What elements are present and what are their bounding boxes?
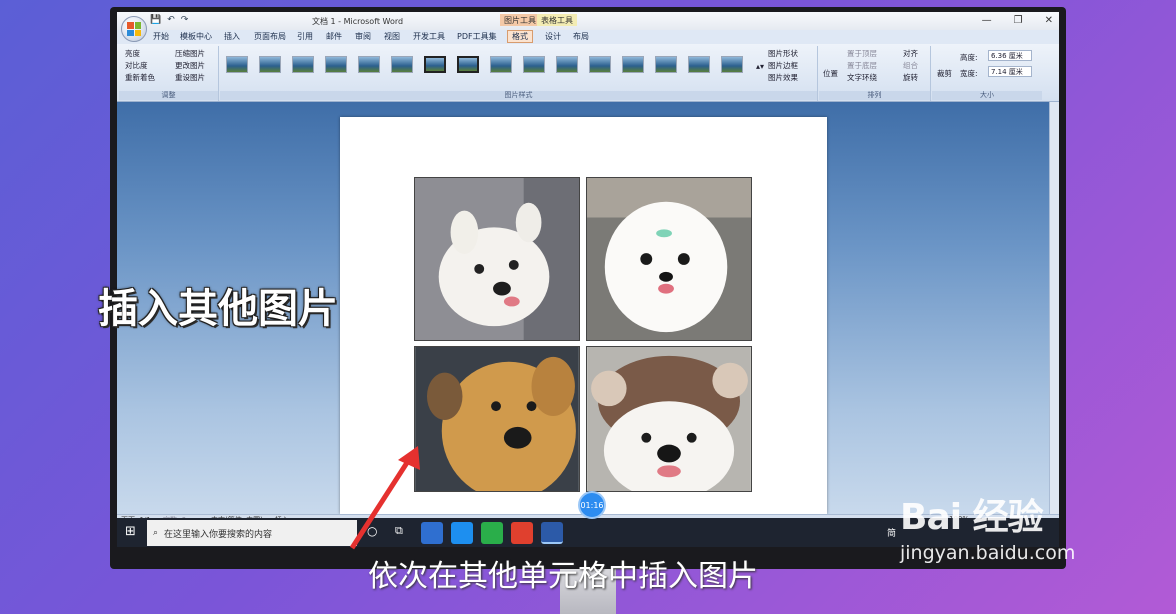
- width-input[interactable]: 7.14 厘米: [988, 66, 1032, 77]
- gallery-scroll-icon[interactable]: ▴▾: [756, 62, 764, 71]
- recolor-button[interactable]: 重新着色: [125, 72, 155, 83]
- align-button[interactable]: 对齐: [903, 48, 918, 59]
- picture-style-thumb[interactable]: [589, 56, 611, 73]
- width-label: 宽度:: [960, 69, 978, 78]
- taskbar-wechat-icon[interactable]: [481, 522, 503, 544]
- picture-style-thumb[interactable]: [622, 56, 644, 73]
- change-picture-button[interactable]: 更改图片: [175, 60, 205, 71]
- taskbar-word-icon[interactable]: [541, 522, 563, 544]
- tab-template-center[interactable]: 模板中心: [180, 31, 212, 42]
- rotate-button[interactable]: 旋转: [903, 72, 918, 83]
- dog-photo-1[interactable]: [415, 178, 579, 340]
- title-bar: 💾 ↶ ↷ 文档 1 - Microsoft Word 图片工具 表格工具 — …: [117, 12, 1059, 30]
- dog-photo-3[interactable]: [415, 347, 579, 491]
- picture-shape-button[interactable]: 图片形状: [768, 48, 798, 59]
- taskbar-browser-icon[interactable]: [451, 522, 473, 544]
- contrast-button[interactable]: 对比度: [125, 60, 148, 71]
- brightness-button[interactable]: 亮度: [125, 48, 140, 59]
- baidu-jingyan-watermark: Bai 经验 jingyan.baidu.com: [900, 488, 1075, 564]
- close-button[interactable]: ✕: [1045, 15, 1053, 26]
- picture-style-thumb[interactable]: [688, 56, 710, 73]
- picture-style-thumb[interactable]: [325, 56, 347, 73]
- caption-subtitle: 依次在其他单元格中插入图片: [368, 559, 758, 594]
- picture-border-button[interactable]: 图片边框: [768, 60, 798, 71]
- tab-pdf-tools[interactable]: PDF工具集: [457, 31, 497, 42]
- picture-style-thumb[interactable]: [391, 56, 413, 73]
- text-wrapping-button[interactable]: 文字环绕: [847, 72, 877, 83]
- maximize-button[interactable]: ❐: [1014, 15, 1023, 26]
- tab-format[interactable]: 格式: [507, 30, 533, 43]
- ribbon: 亮度 对比度 重新着色 压缩图片 更改图片 重设图片 调整 ▴▾ 图片形状 图片…: [117, 44, 1059, 102]
- ribbon-tabs: 开始 模板中心 插入 页面布局 引用 邮件 审阅 视图 开发工具 PDF工具集 …: [117, 30, 1059, 44]
- compress-pictures-button[interactable]: 压缩图片: [175, 48, 205, 59]
- position-button[interactable]: 位置: [823, 68, 838, 79]
- tab-view[interactable]: 视图: [384, 31, 400, 42]
- windows-start-icon[interactable]: ⊞: [125, 524, 136, 539]
- caption-insert-other-pictures: 插入其他图片: [98, 286, 338, 332]
- group-picture-styles: ▴▾ 图片形状 图片边框 图片效果 图片样式: [220, 46, 818, 101]
- picture-style-thumb[interactable]: [457, 56, 479, 73]
- picture-style-thumb[interactable]: [226, 56, 248, 73]
- reset-picture-button[interactable]: 重设图片: [175, 72, 205, 83]
- vertical-scrollbar[interactable]: [1049, 102, 1059, 514]
- table-cell-4[interactable]: [586, 346, 752, 492]
- search-icon: ⌕: [153, 528, 159, 538]
- picture-style-thumb[interactable]: [721, 56, 743, 73]
- picture-style-thumb[interactable]: [424, 56, 446, 73]
- tab-layout[interactable]: 布局: [573, 31, 589, 42]
- tab-developer[interactable]: 开发工具: [413, 31, 445, 42]
- video-timer-badge: 01:16: [578, 491, 606, 519]
- minimize-button[interactable]: —: [982, 15, 992, 26]
- office-logo-icon: [127, 22, 141, 36]
- context-tab-picture-tools: 图片工具: [500, 14, 540, 26]
- group-size: 裁剪 高度: 6.36 厘米 宽度: 7.14 厘米 大小: [932, 46, 1042, 101]
- taskbar-wps-icon[interactable]: [511, 522, 533, 544]
- height-label: 高度:: [960, 53, 978, 62]
- group-adjust-label: 调整: [119, 91, 218, 100]
- save-icon[interactable]: 💾: [150, 15, 161, 25]
- group-arrange: 位置 置于顶层 置于底层 文字环绕 对齐 组合 旋转 排列: [819, 46, 931, 101]
- watermark-url: jingyan.baidu.com: [900, 542, 1076, 564]
- tab-design[interactable]: 设计: [545, 31, 561, 42]
- picture-style-thumb[interactable]: [490, 56, 512, 73]
- picture-style-thumb[interactable]: [292, 56, 314, 73]
- picture-effects-button[interactable]: 图片效果: [768, 72, 798, 83]
- redo-icon[interactable]: ↷: [181, 15, 189, 25]
- send-to-back-button[interactable]: 置于底层: [847, 60, 877, 71]
- picture-style-thumb[interactable]: [556, 56, 578, 73]
- group-adjust: 亮度 对比度 重新着色 压缩图片 更改图片 重设图片 调整: [119, 46, 219, 101]
- tray-ime-label[interactable]: 简: [887, 526, 896, 539]
- tab-references[interactable]: 引用: [297, 31, 313, 42]
- watermark-logo: Bai 经验: [900, 497, 1044, 538]
- group-arrange-label: 排列: [819, 91, 930, 100]
- undo-icon[interactable]: ↶: [167, 15, 175, 25]
- quick-access-toolbar: 💾 ↶ ↷: [150, 15, 188, 25]
- picture-style-thumb[interactable]: [358, 56, 380, 73]
- office-button[interactable]: [121, 16, 147, 42]
- tab-home[interactable]: 开始: [153, 31, 169, 42]
- table-cell-3[interactable]: [414, 346, 580, 492]
- group-picture-styles-label: 图片样式: [220, 91, 817, 100]
- group-size-label: 大小: [932, 91, 1042, 100]
- tab-insert[interactable]: 插入: [224, 31, 240, 42]
- taskbar-search-placeholder: 在这里输入你要搜索的内容: [164, 529, 273, 540]
- dog-photo-4[interactable]: [587, 347, 751, 491]
- tab-page-layout[interactable]: 页面布局: [254, 31, 286, 42]
- context-tab-table-tools: 表格工具: [537, 14, 577, 26]
- table-cell-2[interactable]: [586, 177, 752, 341]
- bring-to-front-button[interactable]: 置于顶层: [847, 48, 877, 59]
- taskbar-search-box[interactable]: ⌕ 在这里输入你要搜索的内容: [147, 520, 357, 546]
- dog-photo-2[interactable]: [587, 178, 751, 340]
- window-title: 文档 1 - Microsoft Word: [312, 17, 404, 26]
- group-button[interactable]: 组合: [903, 60, 918, 71]
- picture-style-thumb[interactable]: [655, 56, 677, 73]
- table-cell-1[interactable]: [414, 177, 580, 341]
- tab-review[interactable]: 审阅: [355, 31, 371, 42]
- tutorial-arrow-icon: [349, 446, 420, 550]
- crop-button[interactable]: 裁剪: [937, 68, 952, 79]
- picture-style-thumb[interactable]: [259, 56, 281, 73]
- tab-mailings[interactable]: 邮件: [326, 31, 342, 42]
- height-input[interactable]: 6.36 厘米: [988, 50, 1032, 61]
- picture-style-thumb[interactable]: [523, 56, 545, 73]
